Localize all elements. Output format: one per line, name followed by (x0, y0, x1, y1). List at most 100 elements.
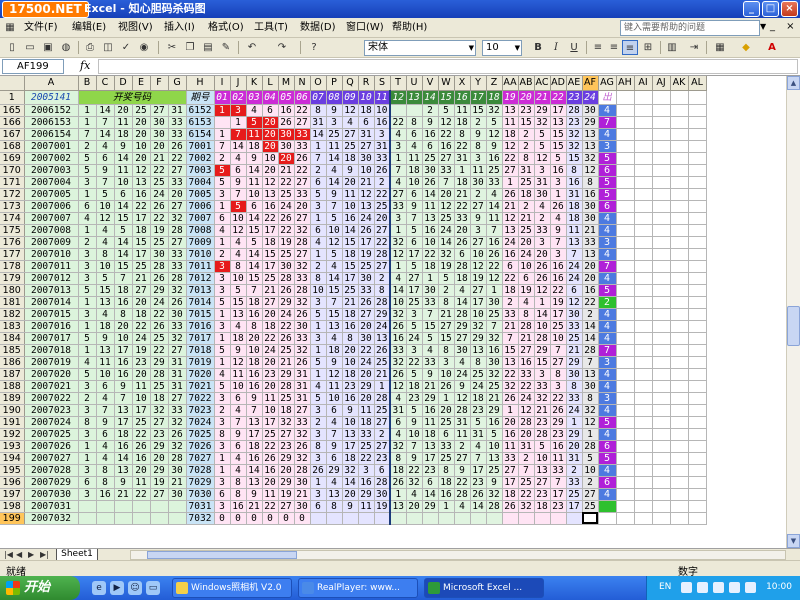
number-grid-cell[interactable]: 7 (230, 188, 247, 201)
number-grid-cell[interactable]: 29 (358, 488, 375, 501)
empty-cell[interactable] (688, 452, 707, 465)
empty-cell[interactable] (688, 236, 707, 249)
number-grid-cell[interactable]: 33 (566, 476, 583, 489)
period-cell[interactable]: 2006153 (24, 116, 79, 129)
number-grid-cell[interactable]: 23 (422, 464, 439, 477)
number-grid-cell[interactable]: 33 (566, 392, 583, 405)
empty-cell[interactable] (634, 320, 653, 333)
number-grid-cell[interactable]: 33 (358, 284, 375, 297)
number-grid-cell[interactable]: 29 (358, 380, 375, 393)
number-grid-cell[interactable]: 33 (374, 152, 391, 165)
winning-number-cell[interactable]: 22 (150, 344, 169, 357)
start-button[interactable]: 开始 (0, 576, 80, 600)
column-header-ae[interactable]: AE (566, 76, 583, 91)
number-grid-cell[interactable] (214, 116, 231, 129)
number-grid-cell[interactable]: 32 (486, 368, 503, 381)
number-grid-cell[interactable]: 21 (278, 356, 295, 369)
number-grid-cell[interactable]: 20 (262, 140, 279, 153)
number-grid-cell[interactable]: 33 (294, 128, 311, 141)
number-grid-cell[interactable]: 7 (502, 332, 519, 345)
number-grid-cell[interactable]: 30 (486, 356, 503, 369)
output-cell[interactable]: 4 (598, 404, 617, 417)
number-grid-cell[interactable]: 27 (438, 152, 455, 165)
empty-cell[interactable] (652, 272, 671, 285)
number-grid-cell[interactable]: 29 (550, 416, 567, 429)
number-grid-cell[interactable]: 29 (582, 116, 599, 129)
number-grid-cell[interactable]: 9 (230, 344, 247, 357)
number-grid-cell[interactable]: 27 (470, 284, 487, 297)
row-header[interactable]: 183 (0, 320, 25, 333)
winning-number-cell[interactable]: 9 (114, 476, 133, 489)
number-grid-cell[interactable]: 30 (422, 284, 439, 297)
winning-number-cell[interactable]: 5 (96, 272, 115, 285)
issue-cell[interactable]: 7004 (186, 176, 215, 189)
number-grid-cell[interactable]: 11 (454, 104, 471, 117)
number-grid-cell[interactable]: 10 (310, 284, 327, 297)
number-grid-cell[interactable]: 0 (230, 512, 247, 525)
issue-cell[interactable]: 7005 (186, 188, 215, 201)
winning-number-cell[interactable]: 26 (168, 140, 187, 153)
number-grid-cell[interactable]: 14 (582, 332, 599, 345)
number-grid-cell[interactable]: 9 (486, 140, 503, 153)
output-cell[interactable]: 4 (598, 128, 617, 141)
number-grid-cell[interactable]: 28 (534, 332, 551, 345)
empty-cell[interactable] (652, 296, 671, 309)
number-grid-cell[interactable]: 19 (518, 284, 535, 297)
number-grid-cell[interactable]: 20 (246, 332, 263, 345)
winning-number-cell[interactable]: 28 (168, 452, 187, 465)
number-grid-cell[interactable]: 27 (294, 116, 311, 129)
number-grid-cell[interactable]: 6 (262, 104, 279, 117)
fx-icon[interactable]: fx (80, 59, 90, 72)
number-grid-cell[interactable]: 28 (582, 440, 599, 453)
number-grid-cell[interactable]: 3 (389, 140, 407, 153)
number-grid-cell[interactable]: 12 (389, 380, 407, 393)
column-header-g[interactable]: G (168, 76, 187, 91)
empty-cell[interactable] (688, 200, 707, 213)
number-grid-cell[interactable]: 19 (278, 236, 295, 249)
issue-number-header[interactable]: 期号 (186, 90, 215, 105)
number-grid-cell[interactable]: 27 (454, 452, 471, 465)
number-grid-cell[interactable]: 12 (342, 104, 359, 117)
number-grid-cell[interactable]: 18 (342, 368, 359, 381)
empty-cell[interactable] (616, 512, 635, 525)
number-grid-cell[interactable]: 19 (470, 272, 487, 285)
number-grid-cell[interactable]: 33 (389, 200, 407, 213)
number-grid-cell[interactable]: 20 (518, 428, 535, 441)
number-grid-cell[interactable]: 8 (454, 128, 471, 141)
empty-cell[interactable] (670, 476, 689, 489)
number-grid-cell[interactable]: 28 (374, 392, 391, 405)
empty-cell[interactable] (616, 296, 635, 309)
empty-cell[interactable] (670, 128, 689, 141)
empty-cell[interactable] (616, 164, 635, 177)
number-grid-cell[interactable]: 6 (214, 488, 231, 501)
horizontal-scroll-thumb[interactable] (147, 551, 297, 559)
number-grid-cell[interactable]: 3 (214, 320, 231, 333)
number-grid-cell[interactable]: 20 (342, 488, 359, 501)
number-grid-cell[interactable]: 14 (342, 476, 359, 489)
winning-number-cell[interactable]: 13 (132, 176, 151, 189)
number-grid-cell[interactable]: 10 (470, 248, 487, 261)
period-cell[interactable]: 2007005 (24, 188, 79, 201)
number-grid-cell[interactable]: 11 (502, 116, 519, 129)
number-grid-cell[interactable]: 15 (550, 140, 567, 153)
number-grid-cell[interactable]: 4 (422, 344, 439, 357)
number-grid-cell[interactable]: 17 (406, 248, 423, 261)
period-cell[interactable]: 2007003 (24, 164, 79, 177)
number-grid-cell[interactable]: 7 (486, 320, 503, 333)
number-grid-cell[interactable]: 2 (470, 116, 487, 129)
number-grid-cell[interactable] (502, 512, 519, 525)
number-grid-cell[interactable]: 31 (310, 116, 327, 129)
number-grid-cell[interactable]: 30 (534, 188, 551, 201)
number-grid-cell[interactable]: 18 (502, 488, 519, 501)
number-grid-cell[interactable]: 13 (566, 236, 583, 249)
winning-number-cell[interactable]: 23 (150, 428, 169, 441)
number-grid-cell[interactable]: 3 (214, 272, 231, 285)
winning-number-cell[interactable]: 5 (78, 332, 97, 345)
number-grid-cell[interactable]: 2 (374, 176, 391, 189)
number-grid-cell[interactable]: 4 (214, 224, 231, 237)
number-grid-cell[interactable]: 24 (566, 404, 583, 417)
number-grid-cell[interactable]: 2 (502, 296, 519, 309)
number-grid-cell[interactable]: 28 (566, 104, 583, 117)
number-grid-cell[interactable]: 30 (582, 380, 599, 393)
empty-cell[interactable] (634, 308, 653, 321)
